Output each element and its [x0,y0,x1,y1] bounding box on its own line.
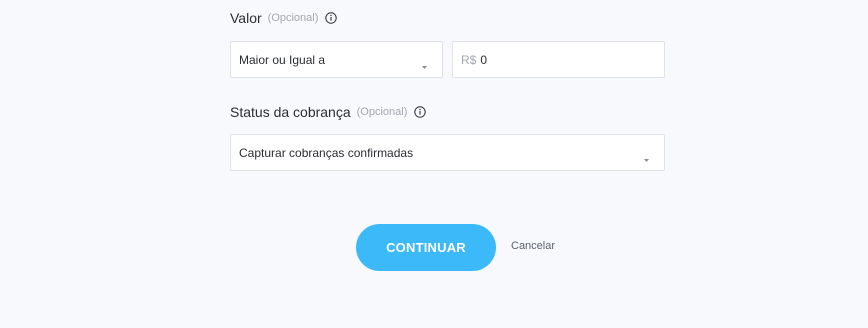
valor-optional-hint: (Opcional) [267,12,319,24]
chevron-down-icon [644,151,649,162]
status-label-row: Status da cobrança (Opcional) [230,102,427,122]
valor-amount-input[interactable]: R$ 0 [452,41,665,78]
info-icon[interactable] [414,106,427,118]
status-label: Status da cobrança [230,104,351,120]
status-select[interactable]: Capturar cobranças confirmadas [230,134,665,171]
status-optional-hint: (Opcional) [356,106,408,118]
valor-operator-value: Maior ou Igual a [239,52,326,67]
chevron-down-icon [422,58,427,69]
valor-label-row: Valor (Opcional) [230,8,338,28]
amount-value: 0 [480,52,488,67]
valor-label: Valor [230,10,262,26]
cancel-link[interactable]: Cancelar [511,240,555,252]
valor-operator-select[interactable]: Maior ou Igual a [230,41,443,78]
info-icon[interactable] [325,12,338,24]
status-selected-value: Capturar cobranças confirmadas [239,145,414,160]
currency-prefix: R$ [461,52,477,67]
continue-button[interactable]: CONTINUAR [356,224,496,271]
